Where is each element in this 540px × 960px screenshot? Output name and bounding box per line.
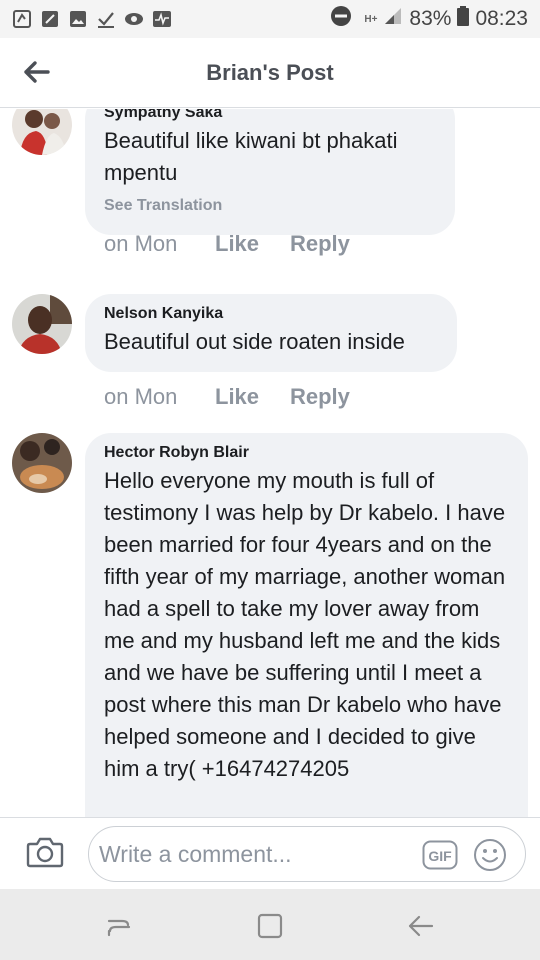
navigation-bar <box>0 889 540 960</box>
gif-label: GIF <box>428 848 452 864</box>
camera-icon <box>26 837 64 868</box>
avatar[interactable] <box>12 433 72 493</box>
dnd-icon <box>330 5 352 33</box>
pulse-icon <box>152 9 172 29</box>
comment-text: Beautiful like kiwani bt phakati mpentu <box>104 128 398 185</box>
comment-composer: Write a comment... GIF <box>0 817 540 889</box>
avatar[interactable] <box>12 294 72 354</box>
comment-text: Hello everyone my mouth is full of testi… <box>104 468 506 781</box>
notes-icon <box>12 9 32 29</box>
reply-button[interactable]: Reply <box>290 231 350 257</box>
flag-icon <box>40 9 60 29</box>
signal-icon <box>383 6 403 32</box>
reply-button[interactable]: Reply <box>290 384 350 410</box>
comment-placeholder: Write a comment... <box>99 841 292 867</box>
clock: 08:23 <box>475 7 528 30</box>
see-translation-link[interactable]: See Translation <box>104 197 435 215</box>
gif-button[interactable]: GIF <box>422 840 458 870</box>
back-button[interactable] <box>20 56 52 88</box>
header: Brian's Post <box>0 38 540 108</box>
comment-author[interactable]: Sympathy Saka <box>104 109 435 123</box>
image-icon <box>68 9 88 29</box>
camera-button[interactable] <box>26 836 64 872</box>
page-title: Brian's Post <box>206 59 334 85</box>
recent-apps-icon <box>107 919 131 937</box>
check-icon <box>96 9 116 29</box>
screen: H+ 83% 08:23 Brian's Post Sympathy Saka … <box>0 0 540 960</box>
back-nav-button[interactable] <box>406 911 436 941</box>
comments-list[interactable]: Sympathy Saka Beautiful like kiwani bt p… <box>0 109 540 817</box>
comment-author[interactable]: Nelson Kanyika <box>104 304 437 324</box>
comment-text: Beautiful out side roaten inside <box>104 329 405 354</box>
network-type: H+ <box>364 13 378 25</box>
arrow-left-icon <box>24 61 50 83</box>
smiley-icon <box>474 839 506 871</box>
like-button[interactable]: Like <box>215 384 290 410</box>
comment-bubble[interactable]: Sympathy Saka Beautiful like kiwani bt p… <box>85 109 455 235</box>
back-icon <box>408 915 434 937</box>
recent-apps-button[interactable] <box>104 911 134 941</box>
comment-bubble[interactable]: Hector Robyn Blair Hello everyone my mou… <box>85 433 528 817</box>
home-icon <box>257 913 283 939</box>
status-bar: H+ 83% 08:23 <box>0 0 540 38</box>
battery-percent: 83% <box>409 7 452 30</box>
notification-icons <box>12 9 172 29</box>
comment-input[interactable]: Write a comment... GIF <box>88 826 526 882</box>
comment-author[interactable]: Hector Robyn Blair <box>104 443 508 463</box>
comment-actions: on Mon Like Reply <box>104 231 350 257</box>
battery-icon <box>457 6 470 32</box>
comment-bubble[interactable]: Nelson Kanyika Beautiful out side roaten… <box>85 294 457 372</box>
comment-time: on Mon <box>104 231 178 256</box>
status-right: H+ 83% 08:23 <box>330 5 528 33</box>
comment-actions: on Mon Like Reply <box>104 384 350 410</box>
like-button[interactable]: Like <box>215 231 290 257</box>
home-button[interactable] <box>255 911 285 941</box>
eye-icon <box>124 9 144 29</box>
comment-time: on Mon <box>104 384 178 409</box>
emoji-button[interactable] <box>473 838 507 872</box>
avatar[interactable] <box>12 109 72 155</box>
